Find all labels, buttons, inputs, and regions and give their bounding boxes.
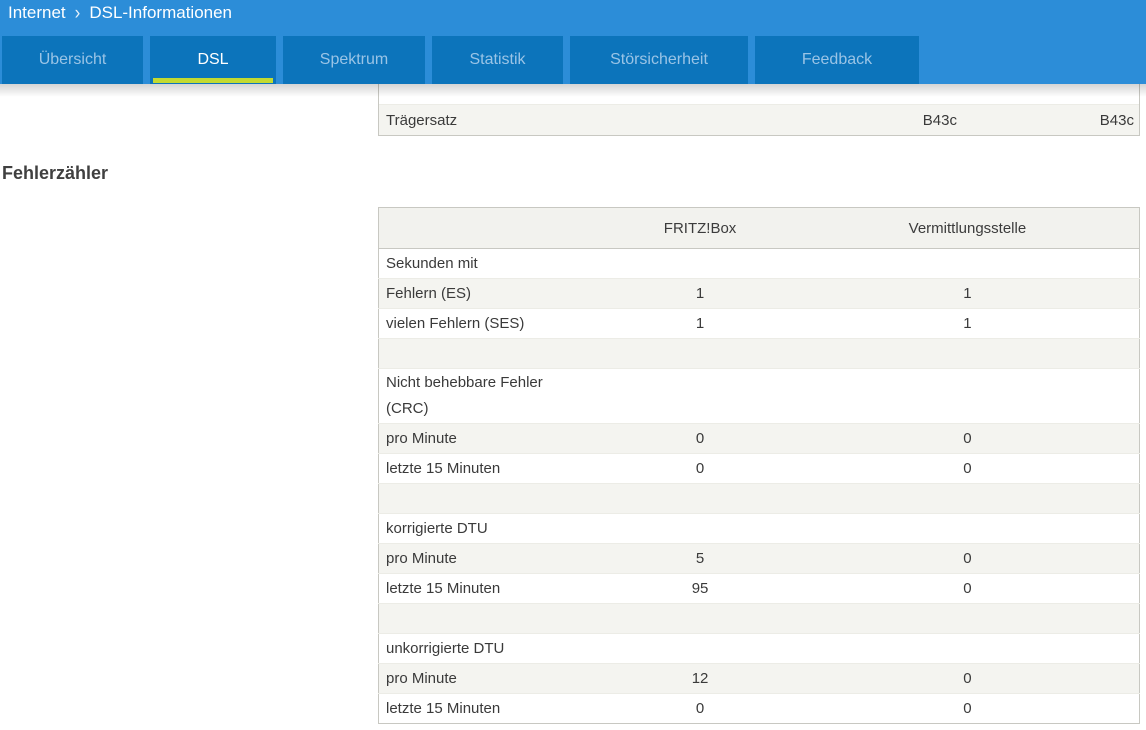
table-row: letzte 15 Minuten 0 0 — [378, 453, 1140, 484]
row-label — [378, 338, 576, 369]
table-row: unkorrigierte DTU — [378, 633, 1140, 664]
row-label: Nicht behebbare Fehler (CRC) — [378, 368, 576, 424]
fritzbox-value — [575, 603, 825, 634]
breadcrumb-page-title: DSL-Informationen — [89, 3, 233, 22]
table-row: Trägersatz B43c B43c — [379, 104, 1139, 135]
fritzbox-dsl-page: Internet › DSL-Informationen Übersicht DS… — [0, 0, 1146, 730]
table-row — [378, 338, 1140, 369]
fritzbox-value: 1 — [575, 308, 825, 339]
exchange-value — [825, 249, 1140, 279]
table-row: letzte 15 Minuten 0 0 — [378, 693, 1140, 724]
exchange-value: 1 — [824, 278, 1140, 309]
fritzbox-value: 1 — [575, 278, 825, 309]
carrier-table-cutoff-row — [379, 84, 1139, 104]
exchange-value — [824, 338, 1140, 369]
exchange-value: 0 — [824, 693, 1140, 724]
fritzbox-value — [575, 513, 825, 544]
fritzbox-value — [575, 633, 825, 664]
column-header-fritzbox: FRITZ!Box — [575, 207, 825, 249]
tab-statistik[interactable]: Statistik — [432, 36, 563, 84]
tab-spektrum[interactable]: Spektrum — [283, 36, 425, 84]
fritzbox-value: 0 — [575, 453, 825, 484]
exchange-value: 0 — [824, 423, 1140, 454]
exchange-value: 0 — [824, 543, 1140, 574]
tab-st-rsicherheit[interactable]: Störsicherheit — [570, 36, 748, 84]
row-label: Fehlern (ES) — [378, 278, 576, 309]
chevron-right-icon: › — [74, 1, 81, 24]
column-header-vermittlungsstelle: Vermittlungsstelle — [824, 207, 1140, 249]
fritzbox-value — [575, 368, 825, 424]
tab--bersicht[interactable]: Übersicht — [2, 36, 143, 84]
exchange-value — [824, 603, 1140, 634]
breadcrumb-internet[interactable]: Internet — [8, 3, 66, 23]
carrier-exchange-value: B43c — [1099, 111, 1134, 129]
row-label — [378, 483, 576, 514]
table-row: Nicht behebbare Fehler (CRC) — [378, 368, 1140, 424]
row-label: korrigierte DTU — [378, 513, 576, 544]
table-row: Sekunden mit — [378, 248, 1140, 279]
tab-bar: Übersicht DSL Spektrum Statistik Störsicherh… — [2, 36, 919, 84]
row-label — [378, 603, 576, 634]
fritzbox-value: 12 — [575, 663, 825, 694]
table-row: pro Minute 5 0 — [378, 543, 1140, 574]
column-header-label — [378, 207, 576, 249]
table-row: pro Minute 12 0 — [378, 663, 1140, 694]
fritzbox-value — [575, 249, 825, 279]
fritzbox-value: 0 — [575, 693, 825, 724]
row-label: pro Minute — [378, 663, 576, 694]
table-row — [378, 603, 1140, 634]
table-row: korrigierte DTU — [378, 513, 1140, 544]
table-row: pro Minute 0 0 — [378, 423, 1140, 454]
row-label: unkorrigierte DTU — [378, 633, 576, 664]
exchange-value: 0 — [824, 663, 1140, 694]
error-counter-table: FRITZ!Box Vermittlungsstelle Sekunden mi… — [378, 207, 1140, 724]
breadcrumb: Internet › DSL-Informationen — [8, 1, 233, 24]
carrier-row-label: Trägersatz — [386, 111, 458, 129]
row-label: Sekunden mit — [386, 254, 478, 272]
carrier-fritzbox-value: B43c — [922, 111, 957, 129]
fritzbox-value — [575, 483, 825, 514]
exchange-value: 1 — [824, 308, 1140, 339]
row-label: letzte 15 Minuten — [378, 453, 576, 484]
exchange-value — [824, 483, 1140, 514]
exchange-value — [824, 368, 1140, 424]
exchange-value: 0 — [824, 573, 1140, 604]
tab-dsl[interactable]: DSL — [150, 36, 276, 84]
row-label: letzte 15 Minuten — [378, 573, 576, 604]
section-title: Fehlerzähler — [2, 163, 109, 183]
fritzbox-value: 0 — [575, 423, 825, 454]
fritzbox-value — [575, 338, 825, 369]
table-row: Fehlern (ES) 1 1 — [378, 278, 1140, 309]
row-label: vielen Fehlern (SES) — [378, 308, 576, 339]
table-header-row: FRITZ!Box Vermittlungsstelle — [378, 207, 1140, 249]
exchange-value — [824, 633, 1140, 664]
exchange-value: 0 — [824, 453, 1140, 484]
header: Internet › DSL-Informationen Übersicht DS… — [0, 0, 1146, 84]
tab-feedback[interactable]: Feedback — [755, 36, 919, 84]
row-label: letzte 15 Minuten — [378, 693, 576, 724]
row-label: pro Minute — [378, 543, 576, 574]
table-row: vielen Fehlern (SES) 1 1 — [378, 308, 1140, 339]
fritzbox-value: 5 — [575, 543, 825, 574]
table-row: letzte 15 Minuten 95 0 — [378, 573, 1140, 604]
carrier-set-table: Trägersatz B43c B43c — [378, 84, 1140, 136]
table-row — [378, 483, 1140, 514]
fritzbox-value: 95 — [575, 573, 825, 604]
row-label: pro Minute — [378, 423, 576, 454]
exchange-value — [824, 513, 1140, 544]
